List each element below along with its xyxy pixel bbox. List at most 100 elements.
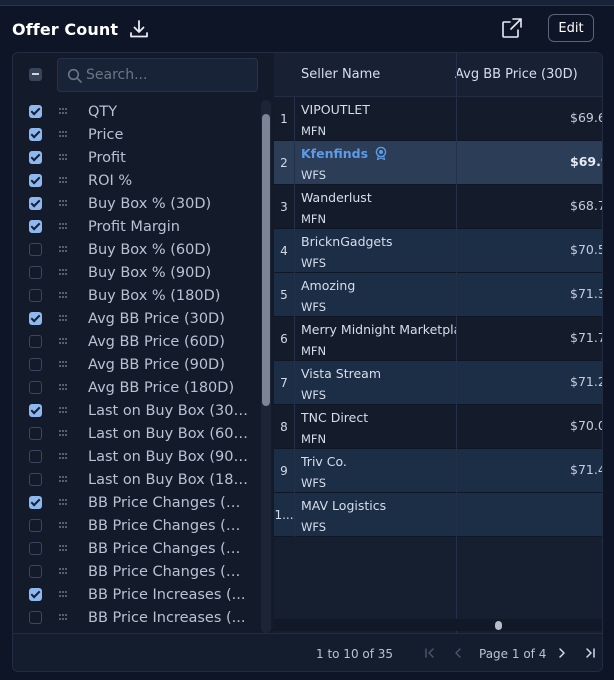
table-row[interactable]: 5 Amozing WFS $71.3 (274, 273, 602, 317)
column-option[interactable]: Price (13, 123, 259, 146)
column-checkbox[interactable] (29, 519, 42, 532)
edit-button[interactable]: Edit (548, 14, 594, 42)
column-checkbox[interactable] (29, 335, 42, 348)
first-page-icon[interactable] (423, 646, 437, 660)
column-checkbox[interactable] (29, 197, 42, 210)
column-option[interactable]: Last on Buy Box (30D) (13, 399, 259, 422)
table-row[interactable]: 1... MAV Logistics WFS (274, 493, 602, 537)
column-option[interactable]: ROI % (13, 169, 259, 192)
drag-handle-icon[interactable] (58, 314, 68, 324)
drag-handle-icon[interactable] (58, 613, 68, 623)
column-checkbox[interactable] (29, 289, 42, 302)
column-option[interactable]: BB Price Changes (6... (13, 514, 259, 537)
drag-handle-icon[interactable] (58, 245, 68, 255)
column-checkbox[interactable] (29, 381, 42, 394)
column-checkbox[interactable] (29, 220, 42, 233)
column-option[interactable]: Last on Buy Box (180... (13, 468, 259, 491)
column-checkbox[interactable] (29, 542, 42, 555)
drag-handle-icon[interactable] (58, 475, 68, 485)
pagination-bar: 1 to 10 of 35 Page 1 of 4 (13, 633, 602, 671)
column-option[interactable]: Buy Box % (30D) (13, 192, 259, 215)
download-icon[interactable] (128, 18, 150, 40)
table-row[interactable]: 3 Wanderlust MFN $68.7 (274, 185, 602, 229)
column-checkbox[interactable] (29, 473, 42, 486)
column-checkbox[interactable] (29, 611, 42, 624)
column-checkbox[interactable] (29, 404, 42, 417)
column-option[interactable]: BB Price Changes (3... (13, 491, 259, 514)
drag-handle-icon[interactable] (58, 452, 68, 462)
grid-horizontal-scroll-thumb[interactable] (495, 621, 502, 630)
table-row[interactable]: 9 Triv Co. WFS $71.4 (274, 449, 602, 493)
drag-handle-icon[interactable] (58, 176, 68, 186)
drag-handle-icon[interactable] (58, 406, 68, 416)
column-option[interactable]: Last on Buy Box (60D) (13, 422, 259, 445)
prev-page-icon[interactable] (451, 646, 465, 660)
column-list-scrollbar[interactable] (261, 100, 271, 633)
drag-handle-icon[interactable] (58, 521, 68, 531)
drag-handle-icon[interactable] (58, 383, 68, 393)
drag-handle-icon[interactable] (58, 544, 68, 554)
drag-handle-icon[interactable] (58, 199, 68, 209)
table-row[interactable]: 6 Merry Midnight Marketplace MFN $71.7 (274, 317, 603, 361)
column-option[interactable]: BB Price Increases (... (13, 606, 259, 629)
drag-handle-icon[interactable] (58, 268, 68, 278)
table-row[interactable]: 7 Vista Stream WFS $71.2 (274, 361, 602, 405)
column-header-seller-name[interactable]: Seller Name (301, 67, 380, 82)
next-page-icon[interactable] (555, 646, 569, 660)
column-option[interactable]: BB Price Changes (1... (13, 560, 259, 583)
column-option[interactable]: Avg BB Price (30D) (13, 307, 259, 330)
drag-handle-icon[interactable] (58, 590, 68, 600)
table-row[interactable]: 8 TNC Direct MFN $70.0 (274, 405, 602, 449)
last-page-icon[interactable] (583, 646, 597, 660)
drag-handle-icon[interactable] (58, 567, 68, 577)
column-list-scroll-thumb[interactable] (262, 114, 270, 406)
column-checkbox[interactable] (29, 266, 42, 279)
column-option[interactable]: BB Price Changes (9... (13, 537, 259, 560)
column-option[interactable]: QTY (13, 100, 259, 123)
column-divider[interactable] (456, 53, 457, 633)
column-checkbox[interactable] (29, 588, 42, 601)
seller-name-cell[interactable]: Kfenfinds (301, 146, 456, 161)
column-option[interactable]: Profit Margin (13, 215, 259, 238)
column-checkbox[interactable] (29, 151, 42, 164)
column-checkbox[interactable] (29, 312, 42, 325)
drag-handle-icon[interactable] (58, 291, 68, 301)
column-option[interactable]: BB Price Increases (... (13, 583, 259, 606)
avg-bb-price-cell: $71.7 (570, 330, 603, 345)
external-link-icon[interactable] (500, 16, 524, 40)
column-checkbox[interactable] (29, 565, 42, 578)
column-option[interactable]: Avg BB Price (90D) (13, 353, 259, 376)
column-checkbox[interactable] (29, 358, 42, 371)
toggle-all-checkbox[interactable] (29, 68, 42, 81)
drag-handle-icon[interactable] (58, 360, 68, 370)
column-header-avg-bb-price[interactable]: Avg BB Price (30D) (455, 67, 602, 82)
column-option[interactable]: Last on Buy Box (90D) (13, 445, 259, 468)
column-option[interactable]: Buy Box % (90D) (13, 261, 259, 284)
drag-handle-icon[interactable] (58, 222, 68, 232)
column-checkbox[interactable] (29, 496, 42, 509)
column-checkbox[interactable] (29, 243, 42, 256)
column-option[interactable]: Avg BB Price (60D) (13, 330, 259, 353)
column-checkbox[interactable] (29, 105, 42, 118)
column-checkbox[interactable] (29, 128, 42, 141)
fulfillment-type: WFS (301, 256, 327, 270)
column-option[interactable]: Buy Box % (180D) (13, 284, 259, 307)
grid-horizontal-scrollbar[interactable] (274, 619, 602, 631)
drag-handle-icon[interactable] (58, 130, 68, 140)
column-option[interactable]: Buy Box % (60D) (13, 238, 259, 261)
drag-handle-icon[interactable] (58, 337, 68, 347)
column-search-input[interactable] (86, 59, 254, 91)
table-row[interactable]: 1 VIPOUTLET MFN $69.6 (274, 97, 602, 141)
column-checkbox[interactable] (29, 450, 42, 463)
drag-handle-icon[interactable] (58, 153, 68, 163)
table-row[interactable]: 2 Kfenfinds WFS $69.9 (274, 141, 602, 185)
column-option[interactable]: Avg BB Price (180D) (13, 376, 259, 399)
drag-handle-icon[interactable] (58, 498, 68, 508)
drag-handle-icon[interactable] (58, 107, 68, 117)
drag-handle-icon[interactable] (58, 429, 68, 439)
search-icon (67, 68, 83, 84)
table-row[interactable]: 4 BricknGadgets WFS $70.5 (274, 229, 602, 273)
column-checkbox[interactable] (29, 174, 42, 187)
column-checkbox[interactable] (29, 427, 42, 440)
column-option[interactable]: Profit (13, 146, 259, 169)
